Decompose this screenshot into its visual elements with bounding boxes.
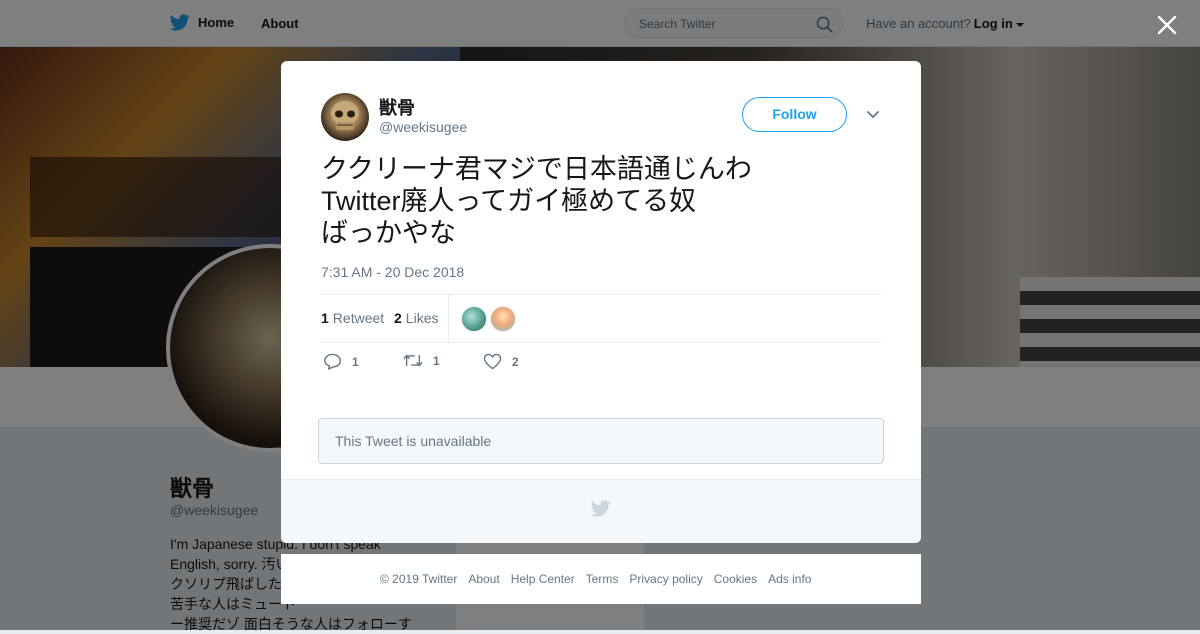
tweet-text-line: ばっかやな xyxy=(321,218,456,248)
close-icon[interactable] xyxy=(1154,12,1180,38)
retweet-icon xyxy=(403,354,423,367)
site-footer: © 2019 Twitter About Help Center Terms P… xyxy=(281,554,921,604)
tweet-timestamp[interactable]: 7:31 AM - 20 Dec 2018 xyxy=(321,264,464,280)
liker-avatar[interactable] xyxy=(461,306,487,332)
retweet-button[interactable]: 1 xyxy=(403,353,440,368)
tweet-text-line: Twitter廃人ってガイ極めてる奴 xyxy=(321,186,697,216)
retweet-stat[interactable]: 1 Retweet xyxy=(321,310,384,326)
liker-avatar[interactable] xyxy=(490,306,516,332)
modal-footer xyxy=(281,479,921,543)
follow-button[interactable]: Follow xyxy=(742,97,847,132)
likes-stat[interactable]: 2 Likes xyxy=(394,310,438,326)
reply-button[interactable]: 1 xyxy=(323,353,359,370)
stats-divider xyxy=(448,295,449,342)
tweet-stats: 1 Retweet 2 Likes xyxy=(321,294,881,343)
reply-count: 1 xyxy=(352,354,359,369)
retweet-action-count: 1 xyxy=(433,353,440,368)
like-button[interactable]: 2 xyxy=(483,353,519,370)
like-action-count: 2 xyxy=(512,354,519,369)
tweet-author-avatar[interactable] xyxy=(321,93,369,141)
footer-link-terms[interactable]: Terms xyxy=(586,572,619,586)
retweet-stat-count: 1 xyxy=(321,310,329,326)
tweet-modal: 獣骨 @weekisugee Follow ククリーナ君マジで日本語通じんわ T… xyxy=(281,61,921,543)
tweet-text: ククリーナ君マジで日本語通じんわ Twitter廃人ってガイ極めてる奴 ばっかや… xyxy=(321,153,861,249)
chevron-down-icon[interactable] xyxy=(866,110,880,120)
footer-link-about[interactable]: About xyxy=(468,572,499,586)
reply-icon xyxy=(324,353,341,370)
footer-link-help-center[interactable]: Help Center xyxy=(511,572,575,586)
quoted-tweet-unavailable: This Tweet is unavailable xyxy=(318,418,884,464)
footer-link-ads-info[interactable]: Ads info xyxy=(768,572,811,586)
tweet-text-line: ククリーナ君マジで日本語通じんわ xyxy=(321,154,752,184)
retweet-stat-label: Retweet xyxy=(332,310,385,326)
tweet-actions: 1 1 2 xyxy=(321,353,621,373)
skull-avatar-image xyxy=(331,101,359,130)
heart-icon xyxy=(483,353,502,370)
likes-stat-count: 2 xyxy=(394,310,402,326)
tweet-author-handle[interactable]: @weekisugee xyxy=(379,119,467,135)
footer-link-privacy[interactable]: Privacy policy xyxy=(629,572,702,586)
twitter-bird-icon xyxy=(591,500,611,517)
tweet-author-name[interactable]: 獣骨 xyxy=(379,94,415,120)
footer-link-cookies[interactable]: Cookies xyxy=(714,572,757,586)
likes-stat-label: Likes xyxy=(405,310,439,326)
footer-copyright: © 2019 Twitter xyxy=(380,572,458,586)
